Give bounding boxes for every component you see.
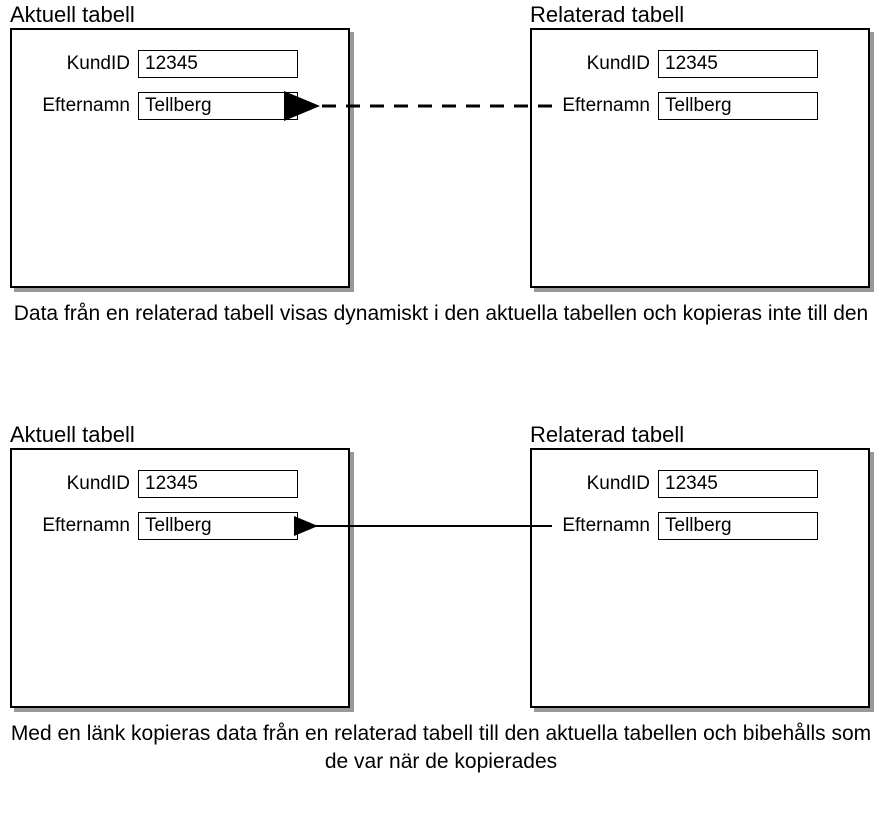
panel-related-table: KundID 12345 Efternamn Tellberg — [530, 448, 870, 708]
field-label-efternamn: Efternamn — [28, 515, 138, 537]
field-value-efternamn: Tellberg — [658, 92, 818, 120]
diagram-section-dynamic: Aktuell tabell Relaterad tabell KundID 1… — [0, 0, 882, 360]
field-label-kundid: KundID — [28, 473, 138, 495]
field-label-efternamn: Efternamn — [548, 515, 658, 537]
field-value-kundid: 12345 — [658, 50, 818, 78]
field-value-efternamn: Tellberg — [138, 92, 298, 120]
panel-title-current: Aktuell tabell — [10, 422, 135, 448]
field-value-efternamn: Tellberg — [658, 512, 818, 540]
field-label-efternamn: Efternamn — [548, 95, 658, 117]
diagram-section-copy: Aktuell tabell Relaterad tabell KundID 1… — [0, 420, 882, 780]
field-row: Efternamn Tellberg — [28, 92, 332, 120]
panel-title-related: Relaterad tabell — [530, 422, 684, 448]
field-value-efternamn: Tellberg — [138, 512, 298, 540]
field-value-kundid: 12345 — [658, 470, 818, 498]
panel-current-table: KundID 12345 Efternamn Tellberg — [10, 28, 350, 288]
field-row: Efternamn Tellberg — [548, 92, 852, 120]
field-label-kundid: KundID — [548, 473, 658, 495]
field-label-kundid: KundID — [548, 53, 658, 75]
panel-current-table: KundID 12345 Efternamn Tellberg — [10, 448, 350, 708]
field-label-efternamn: Efternamn — [28, 95, 138, 117]
field-row: KundID 12345 — [548, 470, 852, 498]
field-row: KundID 12345 — [548, 50, 852, 78]
panel-title-current: Aktuell tabell — [10, 2, 135, 28]
field-row: Efternamn Tellberg — [548, 512, 852, 540]
field-value-kundid: 12345 — [138, 50, 298, 78]
field-row: KundID 12345 — [28, 470, 332, 498]
field-value-kundid: 12345 — [138, 470, 298, 498]
field-row: KundID 12345 — [28, 50, 332, 78]
panel-related-table: KundID 12345 Efternamn Tellberg — [530, 28, 870, 288]
caption-dynamic: Data från en relaterad tabell visas dyna… — [0, 300, 882, 328]
caption-copy: Med en länk kopieras data från en relate… — [0, 720, 882, 777]
field-label-kundid: KundID — [28, 53, 138, 75]
panel-title-related: Relaterad tabell — [530, 2, 684, 28]
field-row: Efternamn Tellberg — [28, 512, 332, 540]
